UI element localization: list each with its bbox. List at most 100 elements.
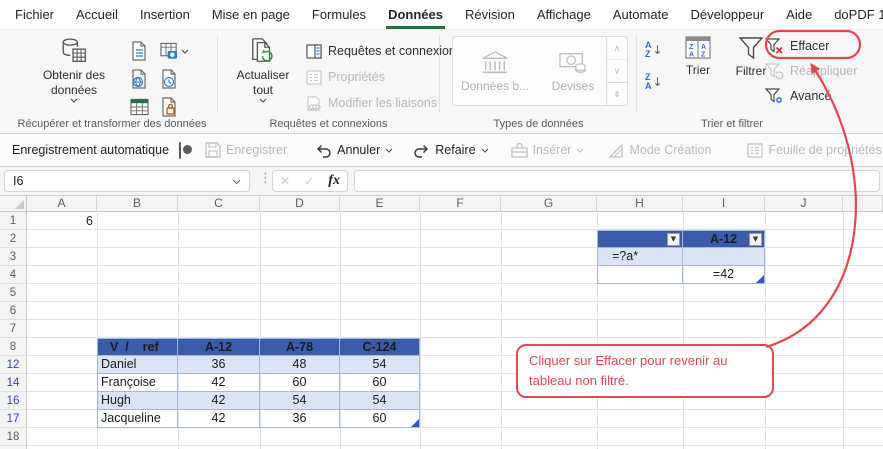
tab-accueil[interactable]: Accueil xyxy=(65,0,129,29)
table-cell[interactable]: 54 xyxy=(340,392,420,410)
row-header[interactable]: 6 xyxy=(0,302,26,320)
text-file-icon xyxy=(132,41,146,61)
tab-dopdf[interactable]: doPDF 10 xyxy=(823,0,883,29)
from-table-range-button[interactable] xyxy=(130,93,160,121)
row-header[interactable]: 1 xyxy=(0,212,26,230)
svg-text:Z: Z xyxy=(689,44,694,51)
tab-aide[interactable]: Aide xyxy=(775,0,823,29)
from-web-button[interactable] xyxy=(130,65,160,93)
tab-developpeur[interactable]: Développeur xyxy=(679,0,775,29)
table-cell[interactable]: Françoise xyxy=(97,374,178,392)
criteria-cell[interactable] xyxy=(683,248,765,266)
tab-formules[interactable]: Formules xyxy=(301,0,377,29)
undo-button[interactable]: Annuler xyxy=(315,143,393,158)
column-header-f[interactable]: F xyxy=(420,196,501,212)
existing-connections-button[interactable] xyxy=(160,93,194,121)
name-box[interactable]: I6 xyxy=(4,170,250,192)
clear-filter-button[interactable]: Effacer xyxy=(765,33,857,58)
row-header[interactable]: 8 xyxy=(0,338,26,356)
column-header-partial xyxy=(843,196,883,212)
column-header-b[interactable]: B xyxy=(97,196,178,212)
refresh-all-button[interactable]: Actualiser tout xyxy=(224,36,302,105)
tab-mise-en-page[interactable]: Mise en page xyxy=(201,0,301,29)
column-header-h[interactable]: H xyxy=(597,196,683,212)
column-header-i[interactable]: I xyxy=(683,196,765,212)
criteria-header-cell[interactable]: A-12 ▼ xyxy=(683,230,765,248)
column-header-d[interactable]: D xyxy=(260,196,340,212)
column-header-e[interactable]: E xyxy=(340,196,420,212)
row-header[interactable]: 3 xyxy=(0,248,26,266)
criteria-cell[interactable]: =42 xyxy=(683,266,765,284)
row-header[interactable]: 18 xyxy=(0,428,26,446)
column-header-g[interactable]: G xyxy=(501,196,597,212)
table-cell[interactable]: 42 xyxy=(178,410,260,428)
table-cell[interactable]: 48 xyxy=(260,356,340,374)
formula-bar-options-icon[interactable]: ⋮ xyxy=(259,171,272,186)
row-header[interactable]: 7 xyxy=(0,320,26,338)
table-cell[interactable]: 54 xyxy=(260,392,340,410)
table-resize-handle[interactable] xyxy=(756,275,764,283)
recent-sources-button[interactable] xyxy=(160,65,194,93)
row-header-filtered[interactable]: 16 xyxy=(0,392,26,410)
tab-automate[interactable]: Automate xyxy=(602,0,680,29)
select-all-corner[interactable] xyxy=(0,196,27,212)
criteria-header-cell[interactable]: V / re ▼ xyxy=(597,230,683,248)
table-header-cell[interactable]: C-124 xyxy=(340,338,420,356)
queries-panel-icon xyxy=(306,43,322,59)
advanced-filter-button[interactable]: Avancé xyxy=(765,83,857,108)
column-header-j[interactable]: J xyxy=(765,196,843,212)
tab-fichier[interactable]: Fichier xyxy=(4,0,65,29)
table-header-cell[interactable]: A-12 xyxy=(178,338,260,356)
table-cell[interactable]: 60 xyxy=(340,374,420,392)
row-header[interactable]: 5 xyxy=(0,284,26,302)
table-header-cell[interactable]: V / ref xyxy=(97,338,178,356)
table-cell[interactable]: 60 xyxy=(340,410,420,428)
table-cell[interactable]: 60 xyxy=(260,374,340,392)
row-header[interactable]: 4 xyxy=(0,266,26,284)
table-cell[interactable]: 42 xyxy=(178,374,260,392)
sort-button[interactable]: Z A A Z Trier xyxy=(675,36,721,78)
row-header-filtered[interactable]: 17 xyxy=(0,410,26,428)
insert-function-button[interactable]: fx xyxy=(328,173,340,189)
chevron-down-icon xyxy=(181,49,189,54)
column-header-c[interactable]: C xyxy=(178,196,260,212)
criteria-cell[interactable]: =?a* xyxy=(597,248,683,266)
filter-dropdown-icon[interactable]: ▼ xyxy=(667,233,680,246)
from-picture-button[interactable] xyxy=(160,37,194,65)
currencies-data-type: Devises xyxy=(537,37,609,105)
autosave-toggle[interactable] xyxy=(179,141,193,159)
row-header[interactable]: 2 xyxy=(0,230,26,248)
sort-descending-button[interactable]: Z A ↓ xyxy=(645,69,673,95)
filter-dropdown-icon[interactable]: ▼ xyxy=(749,233,762,246)
save-button: Enregistrer xyxy=(205,142,287,158)
table-cell[interactable]: 42 xyxy=(178,392,260,410)
get-data-button[interactable]: Obtenir des données xyxy=(24,36,124,105)
sort-ascending-button[interactable]: A Z ↓ xyxy=(645,37,673,63)
chevron-down-icon xyxy=(232,179,241,185)
redo-button[interactable]: Refaire xyxy=(413,143,488,158)
table-range-icon xyxy=(130,98,149,116)
cell-a1[interactable]: 6 xyxy=(27,212,97,230)
criteria-cell[interactable] xyxy=(597,266,683,284)
from-text-file-button[interactable] xyxy=(130,37,160,65)
tab-insertion[interactable]: Insertion xyxy=(129,0,201,29)
table-cell[interactable]: Jacqueline xyxy=(97,410,178,428)
table-cell[interactable]: 54 xyxy=(340,356,420,374)
table-cell[interactable]: Daniel xyxy=(97,356,178,374)
gallery-scroll-down-icon: ∨ xyxy=(607,59,627,82)
table-cell[interactable]: 36 xyxy=(178,356,260,374)
formula-input[interactable] xyxy=(354,170,880,192)
tab-affichage[interactable]: Affichage xyxy=(526,0,602,29)
callout-annotation: Cliquer sur Effacer pour revenir au tabl… xyxy=(516,344,774,398)
table-header-cell[interactable]: A-78 xyxy=(260,338,340,356)
get-data-mini-buttons xyxy=(130,37,194,121)
table-cell[interactable]: 36 xyxy=(260,410,340,428)
tab-revision[interactable]: Révision xyxy=(454,0,526,29)
column-header-a[interactable]: A xyxy=(27,196,97,212)
table-cell[interactable]: Hugh xyxy=(97,392,178,410)
table-resize-handle[interactable] xyxy=(411,419,419,427)
row-header-filtered[interactable]: 12 xyxy=(0,356,26,374)
gallery-more-icon: ⇟ xyxy=(607,82,627,105)
tab-donnees[interactable]: Données xyxy=(377,0,454,29)
row-header-filtered[interactable]: 14 xyxy=(0,374,26,392)
